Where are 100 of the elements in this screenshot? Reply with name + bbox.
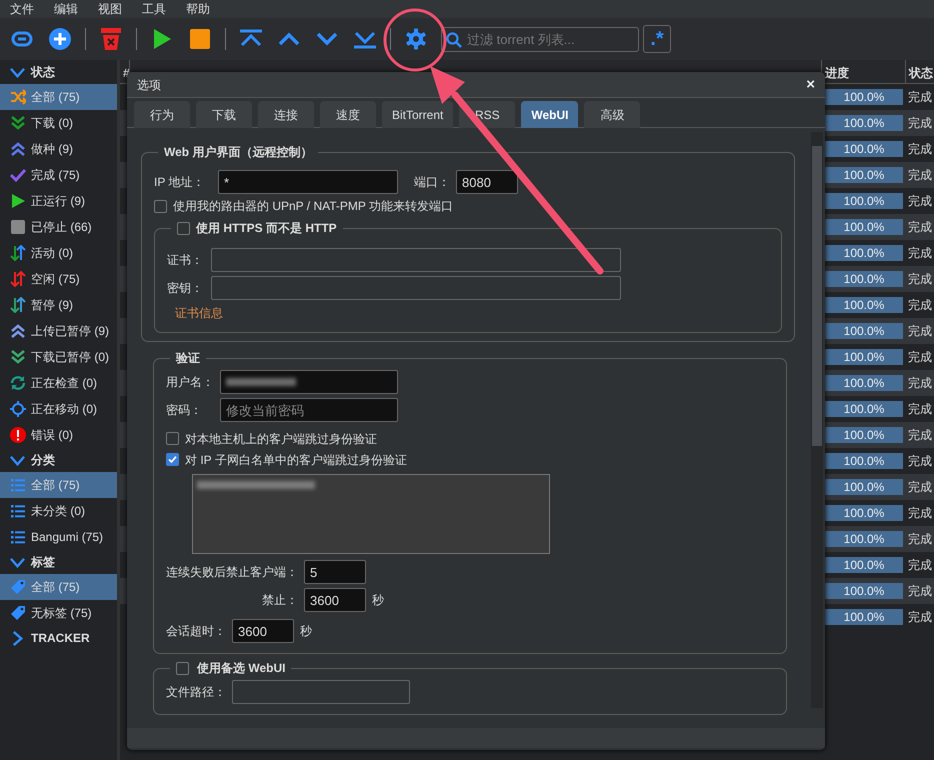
progress-text: 100.0% xyxy=(842,349,886,365)
tag-icon xyxy=(10,605,26,621)
group-title: Web 用户界面（远程控制） xyxy=(163,144,314,160)
sidebar-section-header[interactable]: 状态 xyxy=(0,60,117,84)
stop-icon xyxy=(10,219,26,235)
progress-text: 100.0% xyxy=(842,401,886,417)
tab[interactable]: 速度 xyxy=(320,101,376,128)
session-timeout-field[interactable]: 3600 xyxy=(232,619,294,643)
column-header[interactable]: 状态 xyxy=(906,60,934,83)
list-icon xyxy=(10,503,26,519)
sidebar-item[interactable]: Bangumi (75) xyxy=(0,524,117,550)
double-chevron-down-icon xyxy=(10,349,26,365)
sidebar-item[interactable]: 全部 (75) xyxy=(0,472,117,498)
whitelist-textarea[interactable] xyxy=(192,474,550,554)
sidebar-section-header[interactable]: 标签 xyxy=(0,550,117,574)
up-down-arrows-icon xyxy=(10,271,26,287)
field-label: 禁止： xyxy=(261,592,298,609)
status-text: 完成 xyxy=(908,141,932,158)
status-text: 完成 xyxy=(908,89,932,106)
crosshair-icon xyxy=(10,401,26,417)
sidebar-item[interactable]: 空闲 (75) xyxy=(0,266,117,292)
sidebar-item[interactable]: 已停止 (66) xyxy=(0,214,117,240)
status-text: 完成 xyxy=(908,245,932,262)
ban-duration-field[interactable]: 3600 xyxy=(304,588,366,612)
sidebar-item[interactable]: 全部 (75) xyxy=(0,574,117,600)
menu-item[interactable]: 文件 xyxy=(0,0,44,18)
certificate-info-link[interactable]: 证书信息 xyxy=(175,304,223,322)
shuffle-icon xyxy=(10,89,26,105)
field-label: 秒 xyxy=(372,592,384,609)
checkbox[interactable] xyxy=(166,453,179,466)
sidebar-item[interactable]: 下载 (0) xyxy=(0,110,117,136)
checkbox[interactable] xyxy=(176,662,189,674)
status-text: 完成 xyxy=(908,271,932,288)
progress-text: 100.0% xyxy=(842,141,886,157)
sidebar-item[interactable]: 下载已暂停 (0) xyxy=(0,344,117,370)
field-label: 秒 xyxy=(300,623,312,640)
progress-text: 100.0% xyxy=(842,609,886,625)
tab[interactable]: 下载 xyxy=(196,101,252,128)
tab[interactable]: WebUI xyxy=(521,101,578,128)
checkbox[interactable] xyxy=(166,432,179,445)
progress-text: 100.0% xyxy=(842,479,886,495)
sidebar-item[interactable]: 正在移动 (0) xyxy=(0,396,117,422)
menu-item[interactable]: 编辑 xyxy=(44,0,88,18)
progress-text: 100.0% xyxy=(842,453,886,469)
port-field[interactable]: 8080 xyxy=(456,170,518,194)
status-text: 完成 xyxy=(908,349,932,366)
tab[interactable]: BitTorrent xyxy=(382,101,454,128)
filter-field[interactable]: 过滤 torrent 列表... xyxy=(441,26,639,52)
tab[interactable]: 连接 xyxy=(258,101,314,128)
status-text: 完成 xyxy=(908,401,932,418)
check-icon xyxy=(10,167,26,183)
double-chevron-down-icon xyxy=(10,115,26,131)
sidebar-item[interactable]: 暂停 (9) xyxy=(0,292,117,318)
menu-item[interactable]: 视图 xyxy=(88,0,132,18)
progress-text: 100.0% xyxy=(842,583,886,599)
progress-text: 100.0% xyxy=(842,245,886,261)
field-label: 用户名： xyxy=(166,374,214,391)
progress-text: 100.0% xyxy=(842,167,886,183)
sidebar-item[interactable]: 未分类 (0) xyxy=(0,498,117,524)
username-field[interactable] xyxy=(220,370,398,394)
file-path-field[interactable] xyxy=(232,680,410,704)
group-title: 验证 xyxy=(174,350,201,366)
field-label: IP 地址： xyxy=(154,174,206,191)
sidebar-item[interactable]: 完成 (75) xyxy=(0,162,117,188)
regex-button[interactable]: .* xyxy=(643,25,671,53)
progress-text: 100.0% xyxy=(842,323,886,339)
certificate-field[interactable] xyxy=(211,248,621,272)
sidebar-item[interactable]: 正运行 (9) xyxy=(0,188,117,214)
status-text: 完成 xyxy=(908,115,932,132)
sidebar-item[interactable]: 无标签 (75) xyxy=(0,600,117,626)
menu-item[interactable]: 帮助 xyxy=(176,0,220,18)
tab[interactable]: 行为 xyxy=(134,101,190,128)
close-button[interactable]: × xyxy=(806,77,815,92)
ip-address-field[interactable]: * xyxy=(218,170,398,194)
sidebar-item[interactable]: 活动 (0) xyxy=(0,240,117,266)
status-text: 完成 xyxy=(908,505,932,522)
sidebar-item[interactable]: 全部 (75) xyxy=(0,84,117,110)
menu-item[interactable]: 工具 xyxy=(132,0,176,18)
progress-text: 100.0% xyxy=(842,505,886,521)
list-icon xyxy=(10,529,26,545)
status-text: 完成 xyxy=(908,375,932,392)
progress-text: 100.0% xyxy=(842,297,886,313)
checkbox[interactable] xyxy=(177,222,190,234)
status-text: 完成 xyxy=(908,479,932,496)
double-chevron-up-icon xyxy=(10,323,26,339)
tab[interactable]: 高级 xyxy=(584,101,640,128)
checkbox[interactable] xyxy=(154,200,167,212)
error-icon xyxy=(10,427,26,443)
ban-count-field[interactable]: 5 xyxy=(304,560,366,584)
sidebar-item[interactable]: 做种 (9) xyxy=(0,136,117,162)
sidebar-item[interactable]: 错误 (0) xyxy=(0,422,117,448)
status-text: 完成 xyxy=(908,297,932,314)
sidebar-section-header[interactable]: TRACKER xyxy=(0,626,117,650)
password-field[interactable]: 修改当前密码 xyxy=(220,398,398,422)
scrollbar[interactable] xyxy=(811,132,823,708)
sidebar-item[interactable]: 上传已暂停 (9) xyxy=(0,318,117,344)
sidebar-section-header[interactable]: 分类 xyxy=(0,448,117,472)
status-text: 完成 xyxy=(908,531,932,548)
sidebar-item[interactable]: 正在检查 (0) xyxy=(0,370,117,396)
key-field[interactable] xyxy=(211,276,621,300)
